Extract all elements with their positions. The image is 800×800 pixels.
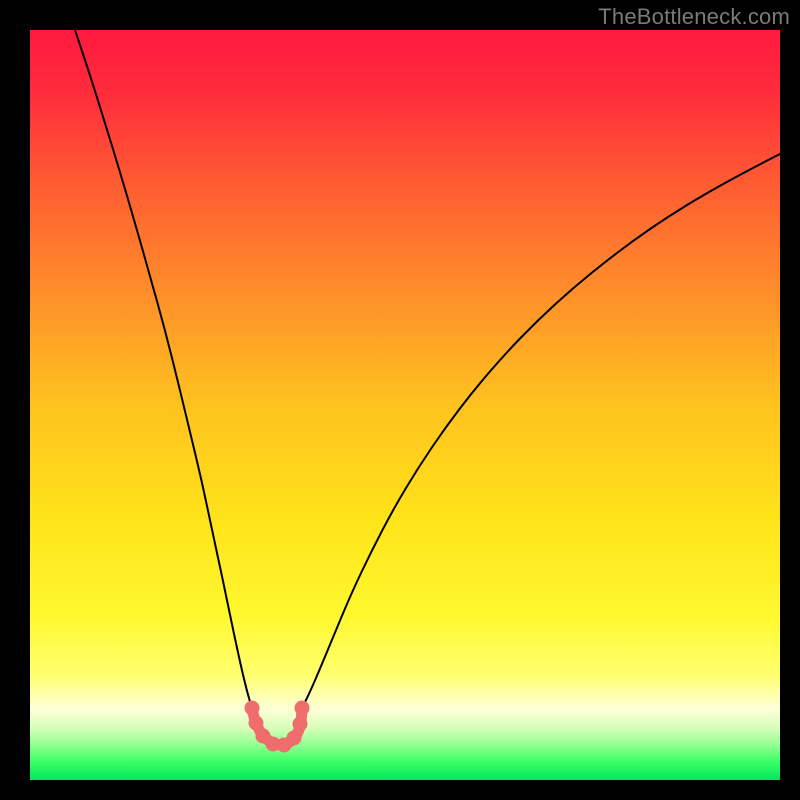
chart-container: { "watermark": "TheBottleneck.com", "cha… — [0, 0, 800, 800]
cup-dot — [287, 731, 302, 746]
cup-dot — [249, 716, 264, 731]
watermark-text: TheBottleneck.com — [598, 4, 790, 30]
cup-dot — [293, 717, 308, 732]
cup-dot — [295, 701, 310, 716]
chart-svg — [0, 0, 800, 800]
plot-background — [30, 30, 780, 780]
cup-dot — [245, 701, 260, 716]
